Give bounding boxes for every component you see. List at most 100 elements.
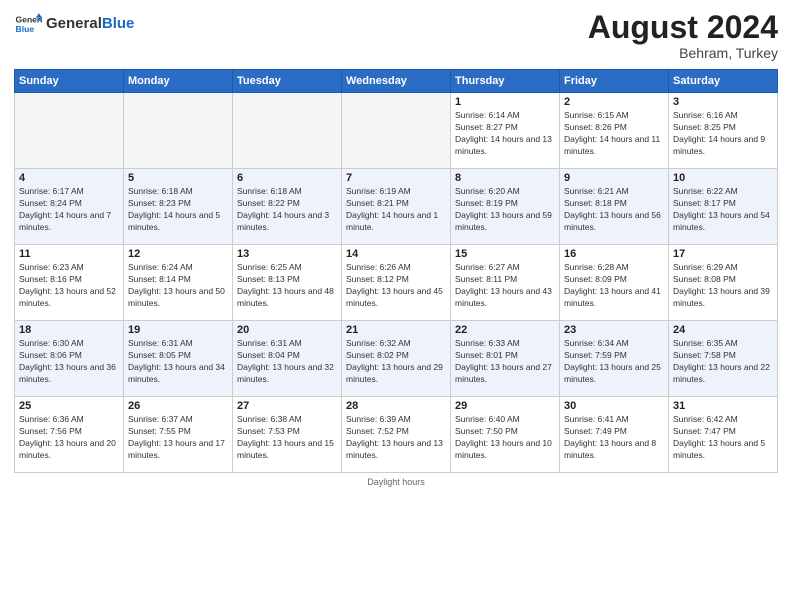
day-number: 9 [564, 172, 664, 184]
day-cell: 15Sunrise: 6:27 AM Sunset: 8:11 PM Dayli… [451, 245, 560, 321]
day-info: Sunrise: 6:19 AM Sunset: 8:21 PM Dayligh… [346, 186, 446, 234]
day-number: 6 [237, 172, 337, 184]
weekday-header-row: SundayMondayTuesdayWednesdayThursdayFrid… [15, 70, 778, 93]
day-cell: 6 Sunrise: 6:18 AM Sunset: 8:22 PM Daylig… [233, 169, 342, 245]
day-info: Sunrise: 6:31 AM Sunset: 8:04 PM Dayligh… [237, 338, 337, 386]
day-cell: 16 Sunrise: 6:28 AM Sunset: 8:09 PM Dayli… [560, 245, 669, 321]
day-cell: 4 Sunrise: 6:17 AM Sunset: 8:24 PM Daylig… [15, 169, 124, 245]
day-info: Sunrise: 6:41 AM Sunset: 7:49 PM Dayligh… [564, 414, 664, 462]
day-cell: 29Sunrise: 6:40 AM Sunset: 7:50 PM Dayli… [451, 397, 560, 473]
day-number: 21 [346, 324, 446, 336]
day-cell [233, 93, 342, 169]
day-cell: 2Sunrise: 6:15 AM Sunset: 8:26 PM Daylig… [560, 93, 669, 169]
day-info: Sunrise: 6:24 AM Sunset: 8:14 PM Dayligh… [128, 262, 228, 310]
day-number: 2 [564, 96, 664, 108]
day-number: 20 [237, 324, 337, 336]
day-info: Sunrise: 6:21 AM Sunset: 8:18 PM Dayligh… [564, 186, 664, 234]
day-info: Sunrise: 6:35 AM Sunset: 7:58 PM Dayligh… [673, 338, 773, 386]
day-cell: 24Sunrise: 6:35 AM Sunset: 7:58 PM Dayli… [669, 321, 778, 397]
day-info: Sunrise: 6:14 AM Sunset: 8:27 PM Dayligh… [455, 110, 555, 158]
day-info: Sunrise: 6:17 AM Sunset: 8:24 PM Dayligh… [19, 186, 119, 234]
day-cell: 25Sunrise: 6:36 AM Sunset: 7:56 PM Dayli… [15, 397, 124, 473]
day-number: 3 [673, 96, 773, 108]
day-info: Sunrise: 6:28 AM Sunset: 8:09 PM Dayligh… [564, 262, 664, 310]
day-cell [15, 93, 124, 169]
day-cell [124, 93, 233, 169]
day-number: 7 [346, 172, 446, 184]
logo-text-block: GeneralBlue [46, 15, 134, 32]
day-number: 19 [128, 324, 228, 336]
day-cell: 31Sunrise: 6:42 AM Sunset: 7:47 PM Dayli… [669, 397, 778, 473]
day-cell: 8Sunrise: 6:20 AM Sunset: 8:19 PM Daylig… [451, 169, 560, 245]
day-info: Sunrise: 6:32 AM Sunset: 8:02 PM Dayligh… [346, 338, 446, 386]
logo-blue: Blue [102, 15, 135, 32]
day-number: 8 [455, 172, 555, 184]
day-info: Sunrise: 6:36 AM Sunset: 7:56 PM Dayligh… [19, 414, 119, 462]
day-info: Sunrise: 6:27 AM Sunset: 8:11 PM Dayligh… [455, 262, 555, 310]
day-cell: 5 Sunrise: 6:18 AM Sunset: 8:23 PM Daylig… [124, 169, 233, 245]
day-number: 4 [19, 172, 119, 184]
day-cell: 17 Sunrise: 6:29 AM Sunset: 8:08 PM Dayli… [669, 245, 778, 321]
day-info: Sunrise: 6:18 AM Sunset: 8:23 PM Dayligh… [128, 186, 228, 234]
day-cell [342, 93, 451, 169]
day-cell: 30 Sunrise: 6:41 AM Sunset: 7:49 PM Dayli… [560, 397, 669, 473]
day-cell: 21 Sunrise: 6:32 AM Sunset: 8:02 PM Dayli… [342, 321, 451, 397]
day-cell: 22 Sunrise: 6:33 AM Sunset: 8:01 PM Dayli… [451, 321, 560, 397]
day-number: 5 [128, 172, 228, 184]
title-block: August 2024 Behram, Turkey [588, 10, 778, 61]
day-cell: 19 Sunrise: 6:31 AM Sunset: 8:05 PM Dayli… [124, 321, 233, 397]
day-number: 14 [346, 248, 446, 260]
day-info: Sunrise: 6:18 AM Sunset: 8:22 PM Dayligh… [237, 186, 337, 234]
day-cell: 11 Sunrise: 6:23 AM Sunset: 8:16 PM Dayli… [15, 245, 124, 321]
day-number: 16 [564, 248, 664, 260]
day-number: 26 [128, 400, 228, 412]
day-info: Sunrise: 6:26 AM Sunset: 8:12 PM Dayligh… [346, 262, 446, 310]
day-number: 30 [564, 400, 664, 412]
day-number: 27 [237, 400, 337, 412]
day-number: 17 [673, 248, 773, 260]
day-cell: 13Sunrise: 6:25 AM Sunset: 8:13 PM Dayli… [233, 245, 342, 321]
day-info: Sunrise: 6:42 AM Sunset: 7:47 PM Dayligh… [673, 414, 773, 462]
weekday-wednesday: Wednesday [342, 70, 451, 93]
svg-text:Blue: Blue [16, 24, 35, 34]
day-number: 11 [19, 248, 119, 260]
day-cell: 7 Sunrise: 6:19 AM Sunset: 8:21 PM Daylig… [342, 169, 451, 245]
footer-note: Daylight hours [14, 477, 778, 487]
day-cell: 9 Sunrise: 6:21 AM Sunset: 8:18 PM Daylig… [560, 169, 669, 245]
day-number: 13 [237, 248, 337, 260]
weekday-thursday: Thursday [451, 70, 560, 93]
week-row-4: 18Sunrise: 6:30 AM Sunset: 8:06 PM Dayli… [15, 321, 778, 397]
location: Behram, Turkey [588, 45, 778, 61]
day-info: Sunrise: 6:31 AM Sunset: 8:05 PM Dayligh… [128, 338, 228, 386]
day-info: Sunrise: 6:37 AM Sunset: 7:55 PM Dayligh… [128, 414, 228, 462]
day-info: Sunrise: 6:40 AM Sunset: 7:50 PM Dayligh… [455, 414, 555, 462]
week-row-5: 25Sunrise: 6:36 AM Sunset: 7:56 PM Dayli… [15, 397, 778, 473]
logo-general: General [46, 15, 102, 32]
header: General Blue GeneralBlue August 2024 Beh… [14, 10, 778, 61]
day-cell: 10Sunrise: 6:22 AM Sunset: 8:17 PM Dayli… [669, 169, 778, 245]
day-info: Sunrise: 6:39 AM Sunset: 7:52 PM Dayligh… [346, 414, 446, 462]
day-cell: 20 Sunrise: 6:31 AM Sunset: 8:04 PM Dayli… [233, 321, 342, 397]
day-info: Sunrise: 6:29 AM Sunset: 8:08 PM Dayligh… [673, 262, 773, 310]
day-info: Sunrise: 6:33 AM Sunset: 8:01 PM Dayligh… [455, 338, 555, 386]
weekday-sunday: Sunday [15, 70, 124, 93]
day-info: Sunrise: 6:30 AM Sunset: 8:06 PM Dayligh… [19, 338, 119, 386]
day-info: Sunrise: 6:34 AM Sunset: 7:59 PM Dayligh… [564, 338, 664, 386]
weekday-saturday: Saturday [669, 70, 778, 93]
day-cell: 27 Sunrise: 6:38 AM Sunset: 7:53 PM Dayli… [233, 397, 342, 473]
weekday-monday: Monday [124, 70, 233, 93]
day-info: Sunrise: 6:38 AM Sunset: 7:53 PM Dayligh… [237, 414, 337, 462]
day-number: 28 [346, 400, 446, 412]
logo-icon: General Blue [14, 10, 42, 38]
day-cell: 28 Sunrise: 6:39 AM Sunset: 7:52 PM Dayli… [342, 397, 451, 473]
day-info: Sunrise: 6:22 AM Sunset: 8:17 PM Dayligh… [673, 186, 773, 234]
day-number: 22 [455, 324, 555, 336]
day-number: 1 [455, 96, 555, 108]
calendar-table: SundayMondayTuesdayWednesdayThursdayFrid… [14, 69, 778, 473]
day-info: Sunrise: 6:23 AM Sunset: 8:16 PM Dayligh… [19, 262, 119, 310]
week-row-3: 11 Sunrise: 6:23 AM Sunset: 8:16 PM Dayli… [15, 245, 778, 321]
weekday-friday: Friday [560, 70, 669, 93]
week-row-1: 1 Sunrise: 6:14 AM Sunset: 8:27 PM Daylig… [15, 93, 778, 169]
weekday-tuesday: Tuesday [233, 70, 342, 93]
week-row-2: 4 Sunrise: 6:17 AM Sunset: 8:24 PM Daylig… [15, 169, 778, 245]
